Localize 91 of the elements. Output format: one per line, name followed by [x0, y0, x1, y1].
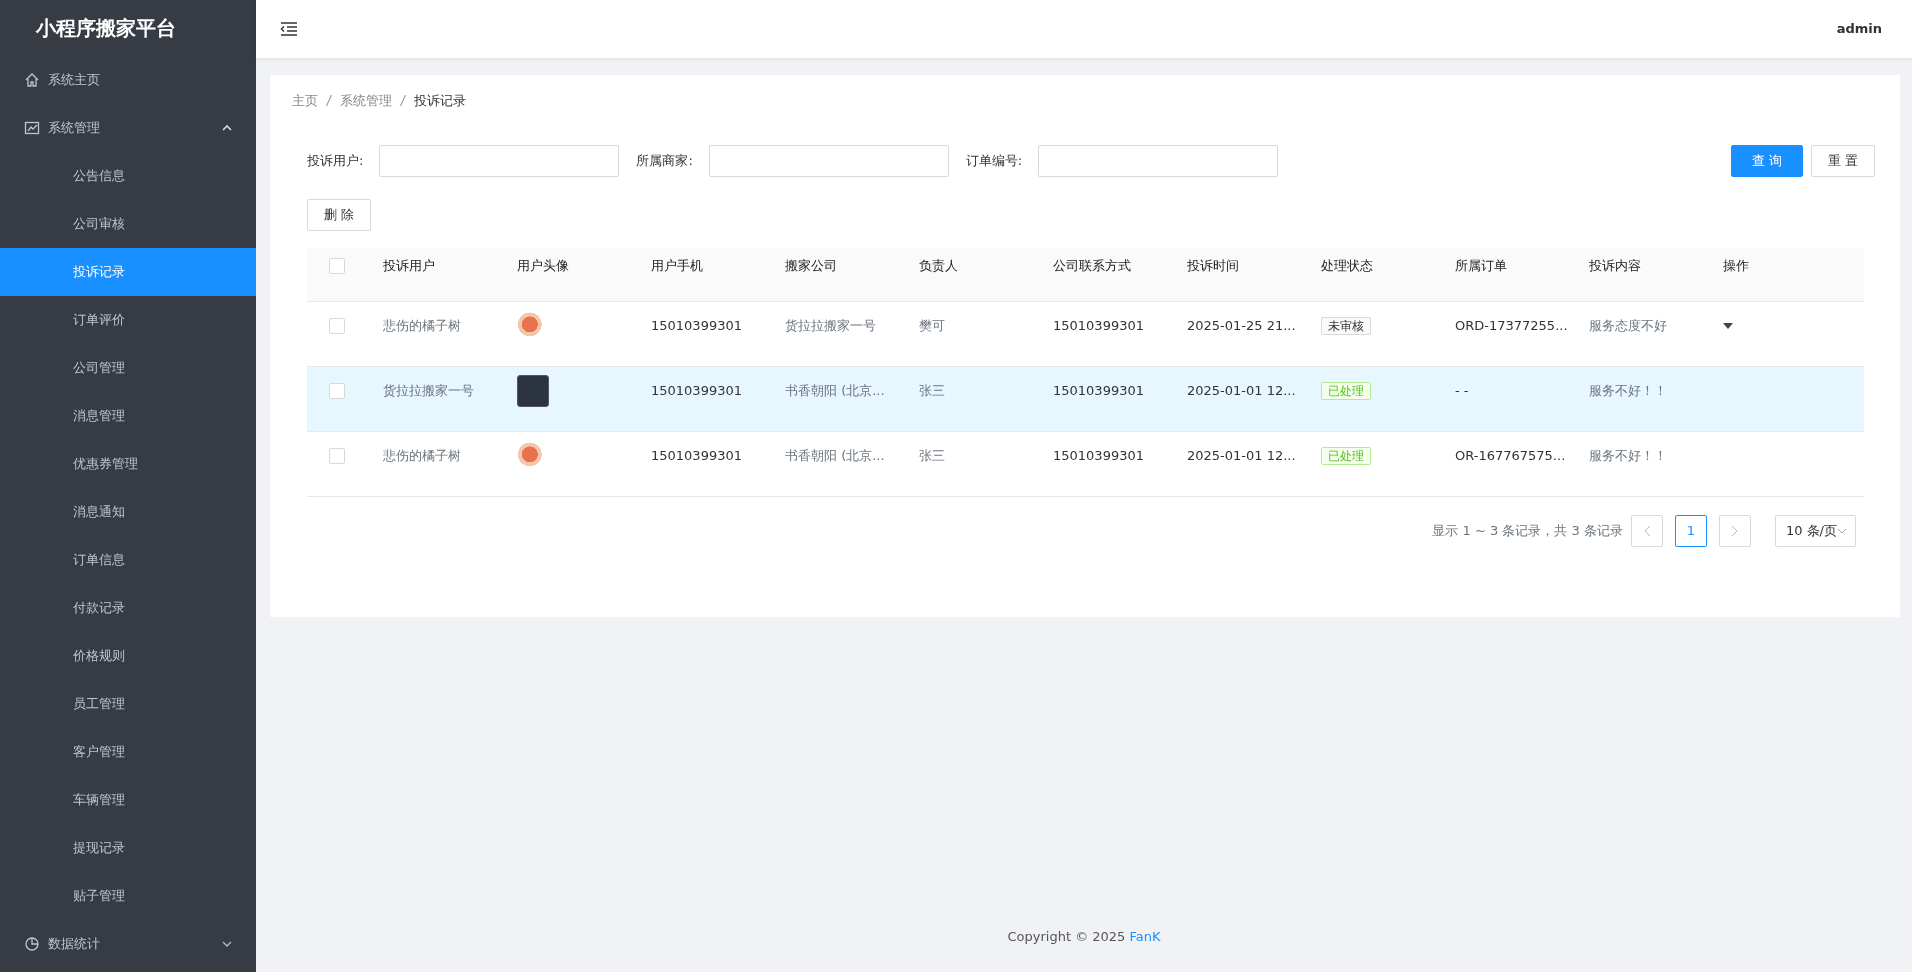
submenu-item[interactable]: 公司审核 [0, 200, 256, 248]
submenu-item[interactable]: 贴子管理 [0, 872, 256, 920]
table-cell-text: 15010399301 [651, 446, 743, 465]
pagination-summary: 显示 1 ~ 3 条记录，共 3 条记录 [1432, 521, 1623, 540]
table-cell-text: - - [1455, 381, 1470, 400]
column-header: 负责人 [919, 256, 959, 275]
submenu-item[interactable]: 客户管理 [0, 728, 256, 776]
breadcrumb-link[interactable]: 系统管理 [340, 91, 392, 111]
menu-item[interactable]: 系统管理 [0, 104, 256, 152]
table-cell-text: 15010399301 [1053, 381, 1145, 400]
table-row[interactable]: 悲伤的橘子树 15010399301 书香朝阳 (北京... 张三 15010399301 2025-01-01 12... 已处理 OR-167767575... 服务不好！！ [307, 431, 1864, 497]
home-icon [24, 72, 40, 88]
table-cell-text: 悲伤的橘子树 [383, 316, 462, 335]
submenu-item[interactable]: 订单信息 [0, 536, 256, 584]
line-chart-icon [24, 120, 40, 136]
page-size-select[interactable]: 10 条/页 [1774, 514, 1856, 547]
submenu-item[interactable]: 订单评价 [0, 296, 256, 344]
chevron-left-icon [1642, 525, 1651, 538]
table-cell-text: 张三 [919, 381, 946, 400]
table-cell-text: ORD-17377255... [1455, 316, 1569, 335]
submenu-item[interactable]: 公司管理 [0, 344, 256, 392]
table-cell-text: 服务不好！！ [1589, 381, 1668, 400]
column-header: 投诉内容 [1589, 256, 1642, 275]
submenu-item[interactable]: 消息通知 [0, 488, 256, 536]
input-field[interactable] [1038, 144, 1279, 177]
column-header: 用户头像 [517, 256, 570, 275]
status-tag: 已处理 [1321, 381, 1371, 400]
row-checkbox[interactable] [329, 382, 345, 399]
table-cell-text: 张三 [919, 446, 946, 465]
select-all-checkbox[interactable] [329, 257, 345, 274]
column-header: 处理状态 [1321, 256, 1374, 275]
submenu-item[interactable]: 付款记录 [0, 584, 256, 632]
table-cell-text: OR-167767575... [1455, 446, 1567, 465]
dropdown-caret-icon[interactable] [1723, 323, 1733, 330]
chevron-right-icon [1730, 525, 1739, 538]
column-header: 投诉时间 [1187, 256, 1240, 275]
breadcrumb-separator-icon [400, 95, 406, 107]
filter-label: 订单编号: [965, 151, 1023, 170]
previous-page-button[interactable] [1630, 514, 1663, 547]
reset-button[interactable]: 重 置 [1810, 144, 1875, 177]
table-cell-text: 悲伤的橘子树 [383, 446, 462, 465]
table-cell-text: 樊可 [919, 316, 946, 335]
breadcrumb-separator-icon [326, 95, 332, 107]
table-cell-text: 服务不好！！ [1589, 446, 1668, 465]
column-header: 用户手机 [651, 256, 704, 275]
submenu-item[interactable]: 公告信息 [0, 152, 256, 200]
column-header: 搬家公司 [785, 256, 838, 275]
status-tag: 未审核 [1321, 316, 1371, 335]
table-cell-text: 2025-01-01 12... [1187, 446, 1297, 465]
filter-label: 所属商家: [636, 151, 693, 170]
input-field[interactable] [708, 144, 949, 177]
menu-collapse-icon[interactable] [280, 22, 298, 36]
submenu-item[interactable]: 车辆管理 [0, 776, 256, 824]
row-checkbox[interactable] [329, 317, 345, 334]
table-cell-text: 2025-01-25 21... [1187, 316, 1297, 335]
column-header: 操作 [1723, 256, 1750, 275]
next-page-button[interactable] [1718, 514, 1751, 547]
table-cell-text: 15010399301 [651, 316, 743, 335]
table-cell-text: 15010399301 [651, 381, 743, 400]
breadcrumb-link[interactable]: 主页 [292, 91, 318, 111]
column-header: 所属订单 [1455, 256, 1508, 275]
filter-label: 投诉用户: [307, 151, 364, 170]
table-cell-text: 书香朝阳 (北京... [785, 381, 886, 400]
column-header: 公司联系方式 [1053, 256, 1132, 275]
submenu-item[interactable]: 提现记录 [0, 824, 256, 872]
pie-chart-icon [24, 936, 40, 952]
submenu-item[interactable]: 消息管理 [0, 392, 256, 440]
column-header: 投诉用户 [383, 256, 436, 275]
table-row[interactable]: 悲伤的橘子树 15010399301 货拉拉搬家一号 樊可 15010399301 2025-01-25 21... 未审核 ORD-17377255... 服务态度不好 [307, 301, 1864, 367]
submenu-item[interactable]: 价格规则 [0, 632, 256, 680]
delete-button[interactable]: 删 除 [307, 198, 372, 231]
app-title: 小程序搬家平台 [34, 15, 177, 42]
user-name[interactable]: admin [1836, 19, 1882, 39]
table-cell-text: 书香朝阳 (北京... [785, 446, 886, 465]
chevron-down-icon [1837, 527, 1847, 534]
input-field[interactable] [379, 144, 620, 177]
table-cell-text: 服务态度不好 [1589, 316, 1668, 335]
table-cell-text: 货拉拉搬家一号 [785, 316, 877, 335]
table-cell-text: 2025-01-01 12... [1187, 381, 1297, 400]
avatar-photo-placeholder [517, 374, 549, 407]
status-tag: 已处理 [1321, 446, 1371, 465]
submenu-item[interactable]: 员工管理 [0, 680, 256, 728]
row-checkbox[interactable] [329, 447, 345, 464]
table-cell-text: 15010399301 [1053, 316, 1145, 335]
menu-item[interactable]: 数据统计 [0, 920, 256, 968]
copyright-text: Copyright © 2025 [1007, 928, 1127, 944]
submenu-item[interactable]: 优惠券管理 [0, 440, 256, 488]
table-cell-text: 15010399301 [1053, 446, 1145, 465]
menu-item[interactable]: 系统主页 [0, 56, 256, 104]
table-row[interactable]: 货拉拉搬家一号 15010399301 书香朝阳 (北京... 张三 15010399301 2025-01-01 12... 已处理 - - 服务不好！！ [307, 366, 1864, 432]
table-cell-text: 货拉拉搬家一号 [383, 381, 475, 400]
